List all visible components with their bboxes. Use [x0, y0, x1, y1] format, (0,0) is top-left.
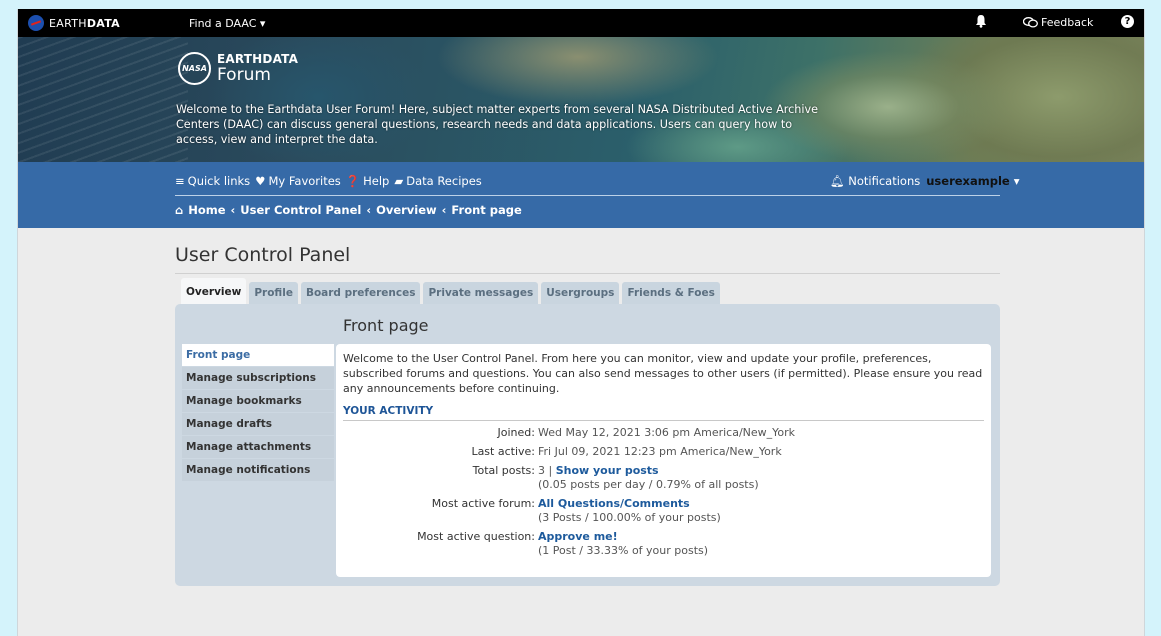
heart-icon: ♥ [255, 174, 266, 188]
my-favorites-link[interactable]: ♥ My Favorites [255, 174, 341, 188]
most-active-question-link[interactable]: Approve me! [538, 530, 708, 544]
book-icon: ▰ [394, 174, 404, 188]
forum-logo-link[interactable]: NASA EARTHDATA Forum [178, 52, 298, 85]
sidebar-item-front-page[interactable]: Front page [182, 344, 334, 366]
sidebar-item-manage-bookmarks[interactable]: Manage bookmarks [182, 390, 334, 412]
global-top-bar: EARTHDATA Find a DAAC ▾ Feedback ? [18, 9, 1144, 37]
welcome-text: Welcome to the User Control Panel. From … [343, 352, 983, 395]
quick-links-label: Quick links [187, 174, 251, 188]
joined-label: Joined: [497, 426, 535, 439]
question-circle-icon: ❓ [345, 174, 361, 188]
front-page-box: Welcome to the User Control Panel. From … [336, 344, 991, 577]
help-label: Help [363, 174, 390, 188]
most-active-forum-label: Most active forum: [431, 497, 535, 510]
chat-bubbles-icon [1023, 17, 1038, 28]
breadcrumb-front-page[interactable]: Front page [451, 203, 521, 217]
tab-friends-foes[interactable]: Friends & Foes [622, 282, 720, 304]
most-active-forum-stats: (3 Posts / 100.00% of your posts) [538, 511, 721, 524]
forum-intro-text: Welcome to the Earthdata User Forum! Her… [176, 103, 818, 146]
total-posts-stats: (0.05 posts per day / 0.79% of all posts… [538, 478, 759, 491]
earthdata-brand-link[interactable]: EARTHDATA [28, 15, 120, 31]
title-divider [175, 273, 1000, 274]
bell-icon[interactable] [975, 14, 987, 31]
sidebar-item-manage-attachments[interactable]: Manage attachments [182, 436, 334, 458]
breadcrumb-home[interactable]: Home [188, 203, 225, 217]
logo-line-forum: Forum [217, 65, 271, 85]
last-active-label: Last active: [471, 445, 535, 458]
nasa-meatball-icon [28, 15, 44, 31]
brand-text-light: EARTH [49, 16, 87, 30]
breadcrumb-separator: ‹ [441, 203, 447, 217]
tab-usergroups[interactable]: Usergroups [541, 282, 620, 304]
data-recipes-label: Data Recipes [406, 174, 482, 188]
page-title: User Control Panel [175, 244, 351, 266]
sidebar-item-manage-notifications[interactable]: Manage notifications [182, 459, 334, 481]
brand-text-bold: DATA [86, 16, 120, 30]
breadcrumb-user-control-panel[interactable]: User Control Panel [240, 203, 361, 217]
tab-overview[interactable]: Overview [181, 278, 247, 304]
help-link[interactable]: ❓ Help [346, 174, 390, 188]
find-daac-dropdown[interactable]: Find a DAAC ▾ [189, 17, 265, 30]
user-menu[interactable]: userexample ▾ [926, 174, 1019, 188]
quick-links-menu[interactable]: ≡ Quick links [175, 174, 250, 188]
caret-down-icon: ▾ [259, 17, 266, 30]
hamburger-icon: ≡ [175, 174, 185, 188]
help-circle-icon[interactable]: ? [1121, 15, 1134, 28]
breadcrumb-separator: ‹ [230, 203, 236, 217]
total-posts-value: 3 | [538, 464, 553, 477]
browser-frame: EARTHDATA Find a DAAC ▾ Feedback ? NASA … [17, 9, 1145, 636]
most-active-question-stats: (1 Post / 33.33% of your posts) [538, 544, 709, 557]
activity-row-joined: Joined: Wed May 12, 2021 3:06 pm America… [343, 426, 984, 440]
breadcrumb: ⌂ Home ‹ User Control Panel ‹ Overview ‹… [175, 203, 522, 217]
nasa-logo-icon: NASA [178, 52, 211, 85]
total-posts-label: Total posts: [472, 464, 535, 477]
section-title: Front page [343, 316, 429, 335]
tab-private-messages[interactable]: Private messages [423, 282, 539, 304]
logo-line-earthdata: EARTHDATA [217, 52, 299, 66]
your-activity-heading: YOUR ACTIVITY [343, 405, 984, 421]
tab-board-preferences[interactable]: Board preferences [300, 282, 421, 304]
main-content: User Control Panel Overview Profile Boar… [18, 228, 1144, 636]
feedback-button[interactable]: Feedback [1023, 16, 1093, 29]
activity-row-most-active-forum: Most active forum: All Questions/Comment… [343, 497, 984, 525]
most-active-question-label: Most active question: [417, 530, 535, 543]
breadcrumb-overview[interactable]: Overview [376, 203, 437, 217]
satellite-image-texture [18, 37, 188, 162]
data-recipes-link[interactable]: ▰ Data Recipes [394, 174, 481, 188]
username-label: userexample [926, 174, 1010, 188]
joined-value: Wed May 12, 2021 3:06 pm America/New_Yor… [538, 426, 796, 439]
home-icon: ⌂ [175, 203, 184, 217]
activity-row-total-posts: Total posts: 3 | Show your posts (0.05 p… [343, 464, 984, 492]
breadcrumb-separator: ‹ [366, 203, 372, 217]
last-active-value: Fri Jul 09, 2021 12:23 pm America/New_Yo… [538, 445, 782, 458]
forum-navbar: ≡ Quick links ♥ My Favorites ❓ Help ▰ Data R… [18, 162, 1144, 228]
sidebar-item-manage-subscriptions[interactable]: Manage subscriptions [182, 367, 334, 389]
caret-down-icon: ▾ [1009, 174, 1020, 188]
ucp-sidebar: Front page Manage subscriptions Manage b… [182, 344, 334, 482]
most-active-forum-link[interactable]: All Questions/Comments [538, 497, 721, 511]
notifications-label: Notifications [848, 174, 921, 188]
ucp-panel: Front page Front page Manage subscriptio… [175, 304, 1000, 586]
sidebar-item-manage-drafts[interactable]: Manage drafts [182, 413, 334, 435]
activity-row-most-active-question: Most active question: Approve me! (1 Pos… [343, 530, 984, 558]
navbar-divider [175, 195, 1000, 196]
ucp-tabs: Overview Profile Board preferences Priva… [181, 278, 720, 304]
activity-row-last-active: Last active: Fri Jul 09, 2021 12:23 pm A… [343, 445, 984, 459]
show-your-posts-link[interactable]: Show your posts [556, 464, 659, 477]
bell-icon: 🔔︎ [830, 174, 845, 188]
find-daac-label: Find a DAAC [189, 17, 257, 30]
feedback-label: Feedback [1041, 16, 1094, 29]
notifications-link[interactable]: 🔔︎ Notifications [830, 174, 920, 188]
my-favorites-label: My Favorites [268, 174, 341, 188]
tab-profile[interactable]: Profile [249, 282, 298, 304]
forum-hero-banner: NASA EARTHDATA Forum Welcome to the Eart… [18, 37, 1144, 162]
